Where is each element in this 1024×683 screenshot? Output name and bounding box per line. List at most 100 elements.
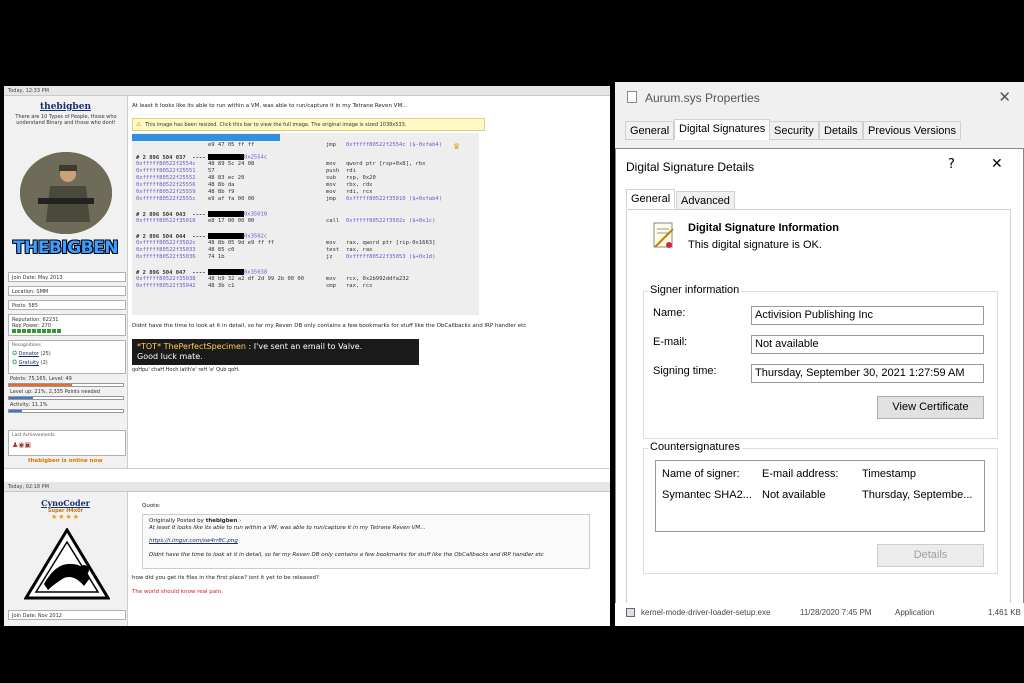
redaction-bar	[208, 154, 244, 160]
tab-digital-signatures[interactable]: Digital Signatures	[674, 119, 771, 140]
code-address: 0xfffff80522f2554c	[136, 161, 196, 167]
code-address: 0xfffff80522f25551	[136, 168, 196, 174]
code-address: 0xfffff80522f35042	[136, 283, 196, 289]
code-mnemonic: sub	[326, 175, 336, 181]
tab-general[interactable]: General	[626, 189, 676, 208]
signing-time-label: Signing time:	[653, 365, 717, 377]
reputation-box: Reputation: 62231 Rep Power: 270	[8, 314, 126, 336]
code-mnemonic: mov	[326, 276, 336, 282]
code-mnemonic: call	[326, 218, 340, 224]
code-line: 0xfffff80522f25556 48 8b da mov rbx, rdx	[136, 182, 373, 188]
user-signature: qoHpu' chaH Hoch latlh'e' reH 'e' Qub qo…	[132, 367, 240, 373]
code-address: # 2 896 504 043 ----	[136, 211, 206, 218]
name-field[interactable]: Activision Publishing Inc	[751, 306, 984, 325]
code-address: 0xfffff80522f25556	[136, 182, 196, 188]
col-header-timestamp[interactable]: Timestamp	[862, 468, 916, 480]
warning-icon: ⚠	[136, 121, 142, 128]
user-avatar[interactable]	[20, 152, 112, 234]
code-bytes: 48 85 c0	[208, 247, 235, 253]
recognition-gratuity[interactable]: ✪ Gratuity (2)	[12, 359, 122, 366]
code-operands: rax, rax	[346, 247, 373, 253]
tab-previous-versions[interactable]: Previous Versions	[863, 121, 962, 140]
recognitions-title: Recognitions	[12, 343, 41, 348]
achievement-icons: ♟◉▣	[12, 441, 31, 449]
crown-icon: ♛	[453, 142, 461, 151]
signature-details-window: Digital Signature Details ? ✕ General Ad…	[615, 148, 1024, 626]
user-info-panel: CynoCoder Super H4x0r ★★★★ Join Date: No…	[4, 492, 128, 626]
medal-icon: ✪	[12, 350, 18, 357]
code-line: 0xfffff80522f35010 e8 17 00 00 00 call 0xff…	[136, 218, 435, 224]
help-icon[interactable]: ?	[948, 157, 955, 172]
col-header-email[interactable]: E-mail address:	[762, 468, 838, 480]
view-post-icon[interactable]: ›	[239, 518, 241, 524]
close-icon[interactable]: ✕	[998, 88, 1011, 106]
code-offset: 0x2554c	[244, 154, 268, 161]
username-link[interactable]: thebigben	[4, 102, 127, 112]
signing-time-field[interactable]: Thursday, September 30, 2021 1:27:59 AM	[751, 364, 984, 383]
panther-avatar[interactable]	[24, 528, 110, 600]
col-header-signer[interactable]: Name of signer:	[662, 468, 740, 480]
post-header: Today, 12:33 PM	[4, 86, 610, 96]
email-field[interactable]: Not available	[751, 335, 984, 354]
code-mnemonic: jz	[326, 254, 333, 260]
quote-label: Quote:	[142, 503, 161, 509]
points-text: Points: 75,165, Level: 49	[10, 376, 72, 382]
code-operands: rcx, 0x2b992ddfa232	[346, 276, 409, 282]
details-button[interactable]: Details	[877, 544, 984, 567]
code-address: # 2 896 504 037 ----	[136, 154, 206, 161]
code-line: # 2 896 504 037 ---- 0x2554c	[136, 154, 267, 161]
resize-notice[interactable]: ⚠ This image has been resized. Click thi…	[132, 118, 485, 131]
code-line: 0xfffff80522f2555c e9 af fa 00 00 jmp 0xfff…	[136, 196, 442, 202]
email-label: E-mail:	[653, 336, 688, 348]
redaction-bar	[208, 269, 244, 275]
quote-attribution: Originally Posted by thebigben ›	[149, 518, 242, 524]
code-offset: 0x35010	[244, 211, 268, 218]
code-image[interactable]: # 2 896 504 036 ----e9 47 05 ff ffjmp0xf…	[132, 133, 479, 315]
exe-icon	[626, 608, 635, 617]
file-name: kernel-mode-driver-loader-setup.exe	[641, 608, 771, 617]
explorer-file-row[interactable]: kernel-mode-driver-loader-setup.exe 11/2…	[615, 603, 1024, 626]
code-bytes: 48 8b 05 9d e9 ff ff	[208, 240, 275, 246]
close-icon[interactable]: ✕	[991, 156, 1003, 172]
signature-info-title: Digital Signature Information	[688, 222, 839, 234]
view-certificate-button[interactable]: View Certificate	[877, 396, 984, 419]
redaction-bar	[208, 233, 244, 239]
post-intro: At least it looks like its able to run w…	[132, 103, 408, 109]
code-operands: 0xfffff80522f2554c ($-0xfab4)	[346, 142, 443, 148]
code-bytes: 48 83 ec 20	[208, 175, 245, 181]
quote-link[interactable]: https://i.imgur.com/sw4rr8C.png	[149, 538, 238, 544]
code-address: 0xfffff80522f35033	[136, 247, 196, 253]
thebigben-logo: THEBIGBEN	[13, 238, 118, 258]
code-mnemonic: mov	[326, 189, 336, 195]
tab-details[interactable]: Details	[819, 121, 863, 140]
code-address: # 2 896 504 044 ----	[136, 233, 206, 240]
code-line: # 2 896 504 044 ---- 0x3502c	[136, 233, 267, 240]
rank-stars: ★★★★	[50, 513, 81, 521]
redaction-bar	[208, 211, 244, 217]
username-link[interactable]: CynoCoder	[4, 498, 127, 508]
user-tagline: There are 10 Types of People, those who …	[15, 114, 117, 126]
code-mnemonic: jmp	[326, 142, 336, 148]
code-address: # 2 896 504 047 ----	[136, 269, 206, 276]
signature-status: This digital signature is OK.	[688, 239, 822, 251]
code-selection-highlight	[132, 134, 280, 141]
code-address: 0xfffff80522f25559	[136, 189, 196, 195]
quote-block: Originally Posted by thebigben › At leas…	[142, 514, 590, 569]
file-icon	[627, 91, 637, 103]
inner-window-title: Digital Signature Details	[626, 160, 755, 174]
tab-advanced[interactable]: Advanced	[676, 191, 735, 210]
recognition-donator[interactable]: ✪ Donator (25)	[12, 350, 122, 357]
code-operands: qword ptr [rsp+0x8], rbx	[346, 161, 426, 167]
tab-security[interactable]: Security	[769, 121, 819, 140]
post-divider	[4, 468, 610, 482]
reputation-dots	[12, 329, 62, 333]
shout-message: : I've sent an email to Valve.	[246, 342, 363, 351]
code-address: 0xfffff80522f3502c	[136, 240, 196, 246]
code-line: 0xfffff80522f25559 48 8b f9 mov rdi, rcx	[136, 189, 373, 195]
quote-author[interactable]: thebigben	[206, 518, 238, 524]
code-mnemonic: mov	[326, 240, 336, 246]
code-bytes: 48 8b da	[208, 182, 235, 188]
code-line: 0xfffff80522f2554c 48 89 5c 24 08 mov qword…	[136, 161, 425, 167]
code-line: 0xfffff80522f3502c 48 8b 05 9d e9 ff ff mo…	[136, 240, 435, 246]
tab-general[interactable]: General	[625, 121, 675, 140]
